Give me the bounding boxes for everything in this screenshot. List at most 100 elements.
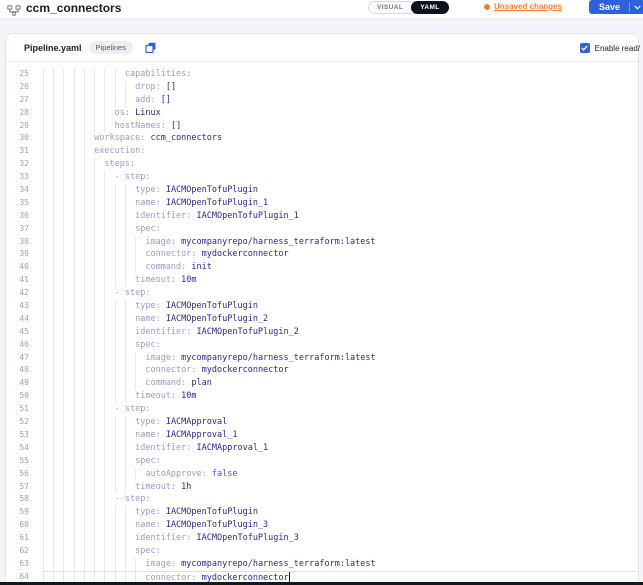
text-cursor <box>289 572 290 582</box>
line-number: 49 <box>6 377 32 390</box>
code-line[interactable]: 46spec: <box>6 339 638 352</box>
code-line[interactable]: 31execution: <box>6 145 638 158</box>
indent-guide <box>94 468 95 481</box>
code-line[interactable]: 38image: mycompanyrepo/harness_terraform… <box>6 236 638 249</box>
yaml-editor[interactable]: 25capabilities:26drop: []27add: []28os: … <box>6 62 638 584</box>
code-line[interactable]: 25capabilities: <box>6 68 638 81</box>
indent-guide <box>135 236 136 249</box>
code-line[interactable]: 41timeout: 10m <box>6 274 638 287</box>
indent-guide <box>63 481 64 494</box>
code-line[interactable]: 60name: IACMOpenTofuPlugin_3 <box>6 519 638 532</box>
code-line[interactable]: 58- step: <box>6 493 638 506</box>
indent-guide <box>43 94 44 107</box>
code-line[interactable]: 54identifier: IACMApproval_1 <box>6 442 638 455</box>
code-line[interactable]: 63image: mycompanyrepo/harness_terraform… <box>6 558 638 571</box>
indent-guide <box>125 377 126 390</box>
indent-guide <box>43 468 44 481</box>
code-line[interactable]: 53name: IACMApproval_1 <box>6 429 638 442</box>
code-line[interactable]: 55spec: <box>6 455 638 468</box>
visual-yaml-toggle[interactable]: VISUAL YAML <box>368 1 449 14</box>
code-line[interactable]: 36identifier: IACMOpenTofuPlugin_1 <box>6 210 638 223</box>
code-line[interactable]: 52type: IACMApproval <box>6 416 638 429</box>
code-line[interactable]: 45identifier: IACMOpenTofuPlugin_2 <box>6 326 638 339</box>
indent-guide <box>125 94 126 107</box>
line-number: 53 <box>6 429 32 442</box>
indent-guide <box>74 145 75 158</box>
code-line[interactable]: 40command: init <box>6 261 638 274</box>
code-line[interactable]: 51- step: <box>6 403 638 416</box>
code-line[interactable]: 29hostNames: [] <box>6 120 638 133</box>
code-line[interactable]: 61identifier: IACMOpenTofuPlugin_3 <box>6 532 638 545</box>
code-line[interactable]: 37spec: <box>6 223 638 236</box>
indent-guide <box>125 442 126 455</box>
indent-guide <box>63 248 64 261</box>
code-line[interactable]: 43type: IACMOpenTofuPlugin <box>6 300 638 313</box>
unsaved-changes-link[interactable]: Unsaved changes <box>484 2 562 11</box>
indent-guide <box>84 145 85 158</box>
indent-guide <box>43 545 44 558</box>
indent-guide <box>84 558 85 571</box>
indent-guide <box>94 287 95 300</box>
indent-guide <box>53 107 54 120</box>
code-line[interactable]: 28os: Linux <box>6 107 638 120</box>
save-button[interactable]: Save <box>589 0 629 14</box>
indent-guide <box>84 519 85 532</box>
indent-guide <box>104 519 105 532</box>
indent-guide <box>53 572 54 583</box>
indent-guide <box>84 132 85 145</box>
code-line[interactable]: 33- step: <box>6 171 638 184</box>
code-line[interactable]: 30workspace: ccm_connectors <box>6 132 638 145</box>
code-line[interactable]: 59type: IACMOpenTofuPlugin <box>6 506 638 519</box>
chevron-down-icon[interactable] <box>630 0 643 14</box>
code-line[interactable]: 34type: IACMOpenTofuPlugin <box>6 184 638 197</box>
code-line[interactable]: 35name: IACMOpenTofuPlugin_1 <box>6 197 638 210</box>
copy-icon[interactable] <box>145 42 157 54</box>
line-number: 48 <box>6 364 32 377</box>
indent-guide <box>74 184 75 197</box>
code-line[interactable]: 62spec: <box>6 545 638 558</box>
indent-guide <box>94 210 95 223</box>
indent-guide <box>104 545 105 558</box>
indent-guide <box>53 364 54 377</box>
code-line[interactable]: 50timeout: 10m <box>6 390 638 403</box>
indent-guide <box>115 339 116 352</box>
code-line[interactable]: 57timeout: 1h <box>6 481 638 494</box>
indent-guide <box>63 403 64 416</box>
line-number: 50 <box>6 390 32 403</box>
code-line[interactable]: 47image: mycompanyrepo/harness_terraform… <box>6 352 638 365</box>
indent-guide <box>125 545 126 558</box>
indent-guide <box>104 339 105 352</box>
save-split-button[interactable]: Save <box>589 0 643 14</box>
indent-guide <box>125 326 126 339</box>
tab-yaml[interactable]: YAML <box>411 1 448 14</box>
page-title: ccm_connectors <box>26 1 121 15</box>
indent-guide <box>43 377 44 390</box>
code-line[interactable]: 39connector: mydockerconnector <box>6 248 638 261</box>
indent-guide <box>74 442 75 455</box>
tab-visual[interactable]: VISUAL <box>369 4 411 11</box>
code-line[interactable]: 56autoApprove: false <box>6 468 638 481</box>
indent-guide <box>84 120 85 133</box>
line-number: 63 <box>6 558 32 571</box>
indent-guide <box>63 197 64 210</box>
indent-guide <box>63 326 64 339</box>
indent-guide <box>125 519 126 532</box>
indent-guide <box>115 416 116 429</box>
indent-guide <box>53 352 54 365</box>
indent-guide <box>115 545 116 558</box>
indent-guide <box>43 442 44 455</box>
indent-guide <box>115 300 116 313</box>
code-line[interactable]: 26drop: [] <box>6 81 638 94</box>
indent-guide <box>125 572 126 583</box>
line-number: 26 <box>6 81 32 94</box>
code-line[interactable]: 27add: [] <box>6 94 638 107</box>
enable-edit-checkbox[interactable] <box>580 43 590 53</box>
indent-guide <box>74 68 75 81</box>
code-line[interactable]: 42- step: <box>6 287 638 300</box>
code-line[interactable]: 32steps: <box>6 158 638 171</box>
code-line[interactable]: 44name: IACMOpenTofuPlugin_2 <box>6 313 638 326</box>
code-line[interactable]: 48connector: mydockerconnector <box>6 364 638 377</box>
indent-guide <box>43 197 44 210</box>
code-line[interactable]: 49command: plan <box>6 377 638 390</box>
indent-guide <box>104 223 105 236</box>
